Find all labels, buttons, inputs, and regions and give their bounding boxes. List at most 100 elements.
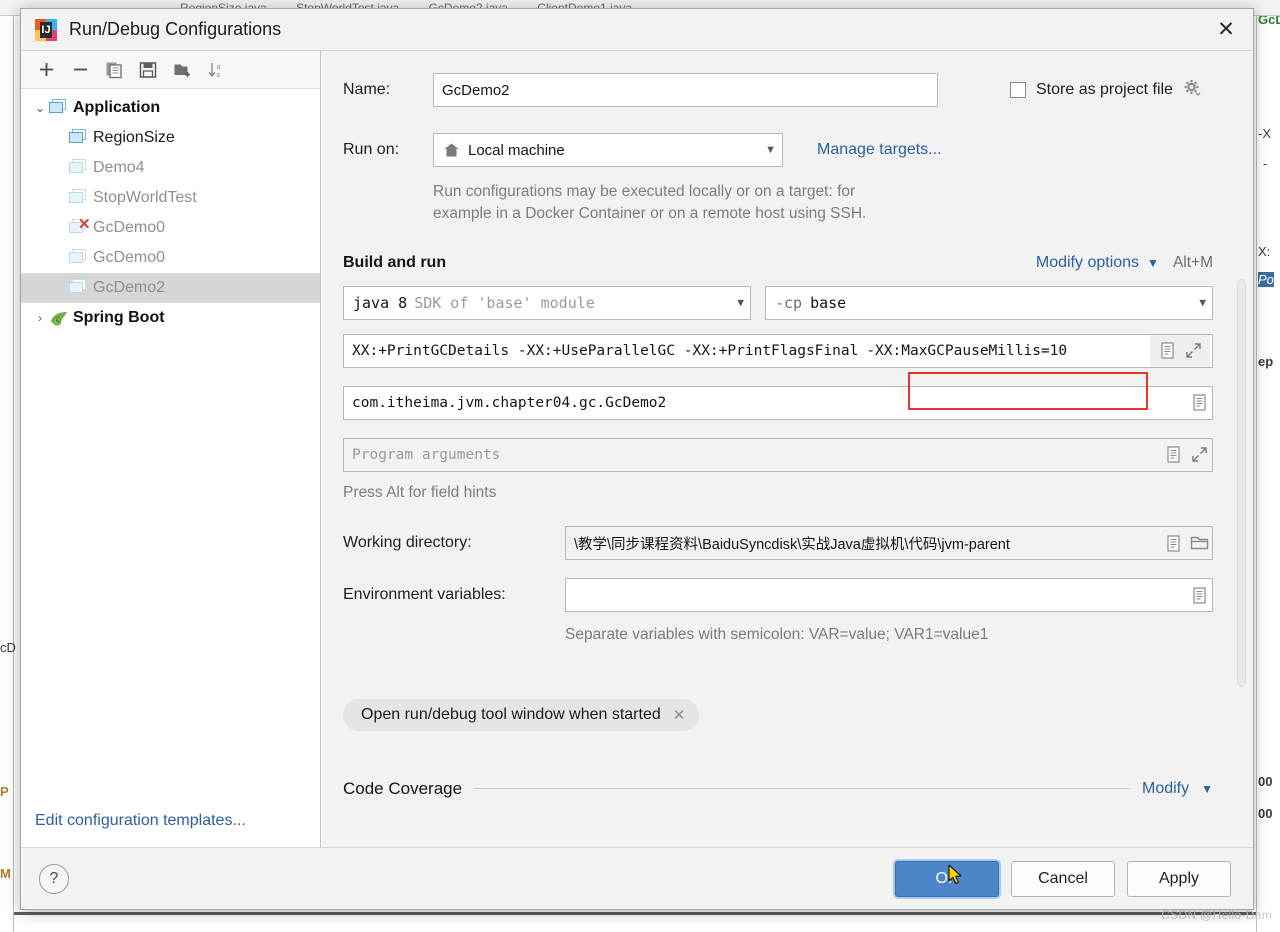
tree-item-stopworldtest-label: StopWorldTest: [93, 189, 197, 206]
run-on-combobox[interactable]: Local machine ▼: [433, 133, 783, 167]
vm-options-input[interactable]: XX:+PrintGCDetails -XX:+UseParallelGC -X…: [343, 333, 1213, 368]
manage-targets-link[interactable]: Manage targets...: [817, 141, 942, 159]
tree-item-regionsize-label: RegionSize: [93, 129, 175, 146]
application-icon: [69, 189, 91, 207]
insert-macro-icon[interactable]: [1162, 535, 1184, 552]
environment-variables-input[interactable]: [565, 578, 1213, 613]
tree-item-gcdemo0-error[interactable]: ✕ GcDemo0: [21, 213, 320, 243]
code-coverage-title: Code Coverage: [343, 778, 463, 798]
cancel-button[interactable]: Cancel: [1011, 860, 1115, 897]
expand-icon[interactable]: [1188, 446, 1210, 463]
module-value-prefix: -cp: [775, 293, 803, 312]
expand-icon[interactable]: [1182, 342, 1204, 359]
insert-macro-icon[interactable]: [1156, 342, 1178, 360]
working-directory-input[interactable]: \教学\同步课程资料\BaiduSyncdisk\实战Java虚拟机\代码\jv…: [565, 526, 1213, 561]
background-left-gutter: cD P M: [0, 16, 16, 932]
folder-browse-icon[interactable]: [1188, 535, 1210, 551]
edit-configuration-templates-link[interactable]: Edit configuration templates...: [35, 812, 246, 830]
main-class-value: com.itheima.jvm.chapter04.gc.GcDemo2: [352, 394, 667, 411]
insert-macro-icon[interactable]: [1188, 587, 1210, 604]
add-configuration-button[interactable]: [31, 56, 61, 84]
apply-button[interactable]: Apply: [1127, 860, 1231, 897]
jre-module-row: java 8 SDK of 'base' module ▼ -cp base ▼: [343, 285, 1223, 320]
main-class-input[interactable]: com.itheima.jvm.chapter04.gc.GcDemo2: [343, 385, 1213, 420]
configurations-sidebar: a z ⌄ Application RegionSize Demo4 StopW…: [21, 51, 321, 847]
tree-item-regionsize[interactable]: RegionSize: [21, 123, 320, 153]
svg-text:z: z: [216, 70, 220, 79]
run-on-value: Local machine: [468, 141, 565, 159]
background-horizontal-rule: [14, 912, 1256, 915]
environment-variables-hint: Separate variables with semicolon: VAR=v…: [565, 626, 989, 644]
close-icon[interactable]: ✕: [673, 706, 686, 724]
configuration-scroll-area: Name: GcDemo2 Store as project file Run …: [321, 51, 1253, 847]
working-directory-label: Working directory:: [343, 534, 472, 552]
chevron-down-icon[interactable]: ▼: [737, 296, 744, 309]
tree-item-gcdemo0[interactable]: GcDemo0: [21, 243, 320, 273]
environment-variables-label: Environment variables:: [343, 586, 506, 604]
tree-item-gcdemo2[interactable]: GcDemo2: [21, 273, 320, 303]
chevron-down-icon[interactable]: ▼: [1147, 256, 1159, 270]
open-tool-window-chip-label: Open run/debug tool window when started: [361, 705, 661, 723]
module-combobox[interactable]: -cp base ▼: [765, 285, 1213, 320]
mouse-cursor: [948, 863, 964, 886]
tree-item-gcdemo2-label: GcDemo2: [93, 279, 166, 296]
application-icon: [69, 249, 91, 267]
chevron-down-icon[interactable]: ▼: [765, 144, 776, 156]
program-arguments-placeholder: Program arguments: [352, 446, 501, 463]
folder-add-icon[interactable]: [167, 56, 197, 84]
insert-macro-icon[interactable]: [1162, 446, 1184, 464]
build-and-run-title: Build and run: [343, 253, 447, 271]
modify-options-shortcut: Alt+M: [1172, 253, 1213, 271]
chevron-right-icon[interactable]: ›: [31, 311, 49, 325]
tree-group-application[interactable]: ⌄ Application: [21, 93, 320, 123]
chevron-down-icon[interactable]: ▼: [1201, 782, 1213, 796]
background-code-3: X:: [1258, 244, 1271, 259]
cancel-button-label: Cancel: [1038, 869, 1088, 887]
store-as-project-file-checkbox[interactable]: [1010, 82, 1026, 98]
application-icon: [69, 279, 91, 297]
chevron-down-icon[interactable]: ▼: [1199, 296, 1206, 309]
copy-configuration-button[interactable]: [99, 56, 129, 84]
vm-options-value: XX:+PrintGCDetails -XX:+UseParallelGC -X…: [352, 342, 859, 359]
jre-combobox[interactable]: java 8 SDK of 'base' module ▼: [343, 285, 751, 320]
dialog-title: Run/Debug Configurations: [69, 19, 282, 39]
jre-value-rest: SDK of 'base' module: [414, 293, 595, 312]
background-gutter-text-0: cD: [0, 640, 16, 655]
application-icon: [69, 129, 91, 147]
name-input[interactable]: GcDemo2: [433, 73, 938, 107]
jre-value-bold: java 8: [353, 293, 408, 312]
close-icon[interactable]: ✕: [1203, 10, 1249, 50]
background-gutter-text-1: P: [0, 784, 9, 799]
tree-group-spring-boot-label: Spring Boot: [73, 309, 165, 326]
working-directory-value: \教学\同步课程资料\BaiduSyncdisk\实战Java虚拟机\代码\jv…: [574, 536, 1010, 553]
name-label: Name:: [343, 81, 391, 98]
home-icon: [443, 142, 460, 158]
background-code-5: ep: [1258, 354, 1274, 369]
help-button[interactable]: ?: [39, 863, 69, 894]
gear-icon[interactable]: [1183, 79, 1201, 102]
background-code-1: -X: [1258, 126, 1271, 141]
ok-button[interactable]: OK: [895, 860, 999, 897]
dialog-footer: ? OK Cancel Apply: [21, 847, 1253, 909]
background-code-0: GcD: [1258, 16, 1280, 27]
sidebar-toolbar: a z: [21, 51, 320, 89]
sidebar-footer: Edit configuration templates...: [21, 793, 320, 847]
chevron-down-icon[interactable]: ⌄: [31, 101, 49, 115]
program-arguments-input[interactable]: Program arguments: [343, 437, 1213, 472]
insert-macro-icon[interactable]: [1188, 394, 1210, 412]
sort-az-icon[interactable]: a z: [201, 56, 231, 84]
remove-configuration-button[interactable]: [65, 56, 95, 84]
code-coverage-modify-link[interactable]: Modify: [1142, 780, 1189, 798]
vertical-scrollbar[interactable]: [1236, 279, 1247, 699]
modify-options-link[interactable]: Modify options: [1036, 254, 1139, 272]
intellij-idea-icon: IJ: [35, 18, 57, 41]
configuration-editor-panel: Name: GcDemo2 Store as project file Run …: [321, 51, 1253, 847]
open-tool-window-chip[interactable]: Open run/debug tool window when started …: [343, 698, 700, 731]
scrollbar-thumb[interactable]: [1237, 279, 1246, 687]
run-debug-configurations-dialog: IJ Run/Debug Configurations ✕ a z ⌄ Appl…: [20, 8, 1254, 910]
save-configuration-button[interactable]: [133, 56, 163, 84]
tree-group-spring-boot[interactable]: › Spring Boot: [21, 303, 320, 333]
tree-item-stopworldtest[interactable]: StopWorldTest: [21, 183, 320, 213]
application-icon: [49, 99, 71, 117]
tree-item-demo4[interactable]: Demo4: [21, 153, 320, 183]
